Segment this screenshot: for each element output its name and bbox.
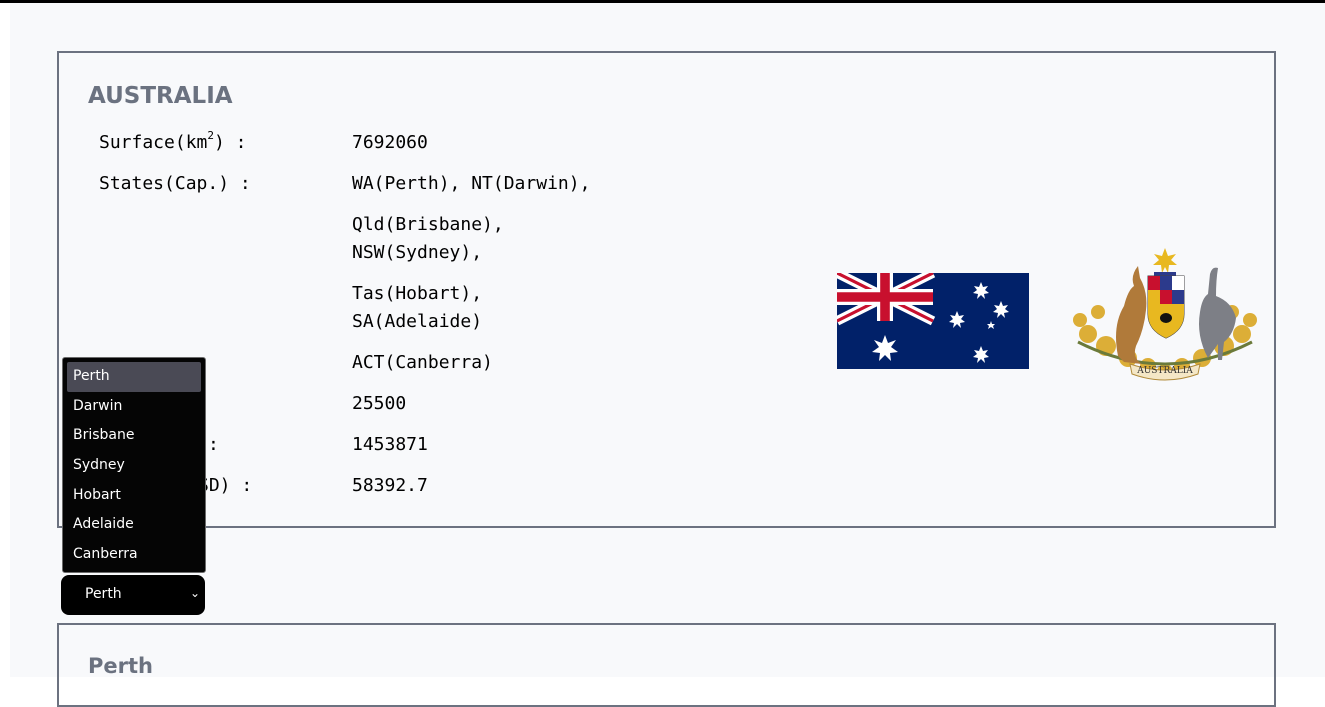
australia-flag (837, 273, 1029, 369)
city-select-value: Perth (85, 586, 122, 602)
population-value: 25500 (352, 393, 407, 414)
chevron-down-icon: ⌄ (189, 586, 200, 600)
states-line-1: WA(Perth), NT(Darwin), (352, 173, 591, 194)
city-title: Perth (88, 654, 153, 678)
states-line-3: NSW(Sydney), (352, 242, 483, 263)
states-line-2: Qld(Brisbane), (352, 214, 504, 235)
city-option[interactable]: Sydney (67, 451, 201, 481)
gdp-per-capita-label: SD) : (198, 475, 253, 496)
australia-coat-of-arms: AUSTRALIA (1073, 248, 1257, 381)
city-option[interactable]: Adelaide (67, 510, 201, 540)
states-label: States(Cap.) : (99, 173, 251, 194)
states-line-5: SA(Adelaide) (352, 311, 483, 332)
gdp-label: : (208, 434, 219, 455)
city-card (57, 623, 1276, 707)
city-option[interactable]: Hobart (67, 481, 201, 511)
city-option[interactable]: Canberra (67, 540, 201, 570)
gdp-value: 1453871 (352, 434, 428, 455)
states-line-6: ACT(Canberra) (352, 352, 493, 373)
surface-value: 7692060 (352, 132, 428, 153)
states-line-4: Tas(Hobart), (352, 283, 483, 304)
gdp-per-capita-value: 58392.7 (352, 475, 428, 496)
coat-scroll-text: AUSTRALIA (1136, 366, 1193, 376)
surface-label: Surface(km2) : (99, 129, 247, 153)
city-select[interactable]: Perth ⌄ (61, 575, 205, 615)
city-dropdown-list[interactable]: Perth Darwin Brisbane Sydney Hobart Adel… (62, 357, 206, 573)
city-option[interactable]: Brisbane (67, 421, 201, 451)
city-option[interactable]: Perth (67, 362, 201, 392)
country-title: AUSTRALIA (88, 83, 233, 109)
city-option[interactable]: Darwin (67, 392, 201, 422)
